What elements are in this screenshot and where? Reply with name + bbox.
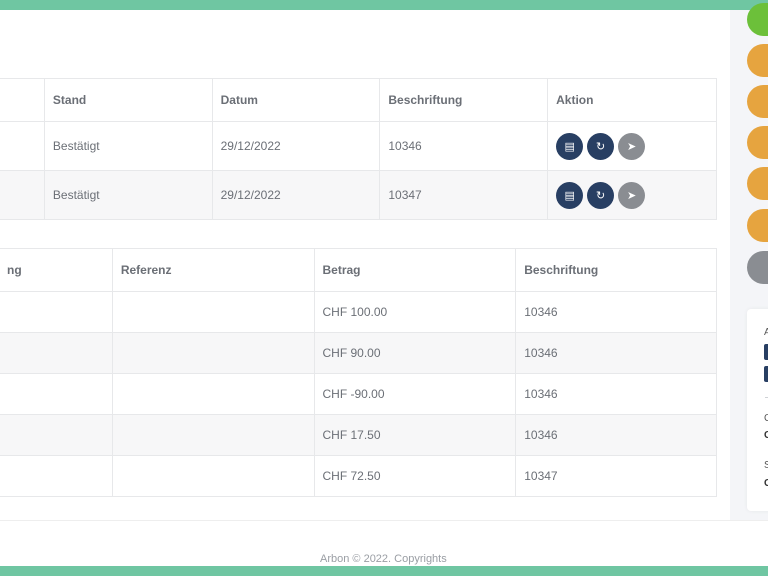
side-card-text-fragment: C: [764, 478, 768, 489]
payment-amount-cell: CHF 100.00: [313, 291, 517, 333]
refresh-icon: ↻: [596, 139, 606, 153]
footer-copyright: Arbon © 2022. Copyrights: [320, 553, 447, 565]
payment-amount-cell: CHF 72.50: [313, 455, 517, 497]
view-document-button[interactable]: ▤: [556, 132, 584, 160]
side-card-text-fragment: A: [764, 327, 768, 338]
table-cell-truncated: [0, 332, 113, 374]
payment-label-cell: 10346: [515, 332, 717, 374]
payments-column-header-referenz[interactable]: Referenz: [111, 248, 315, 292]
send-icon: ➤: [627, 188, 637, 202]
payment-reference-cell: [111, 455, 315, 497]
refresh-icon: ↻: [596, 188, 606, 202]
send-icon: ➤: [627, 139, 637, 153]
table-cell-truncated: [0, 414, 113, 456]
order-actions-cell: ▤ ↻ ➤: [547, 121, 717, 171]
order-status-cell: Bestätigt: [43, 170, 213, 220]
payments-column-header-truncated[interactable]: ng: [0, 248, 113, 292]
table-row: CHF -90.00 10346: [0, 373, 717, 415]
payment-label-cell: 10346: [515, 373, 717, 415]
payment-reference-cell: [111, 414, 315, 456]
orders-column-header-truncated: [0, 78, 45, 122]
payment-amount-cell: CHF -90.00: [313, 373, 517, 415]
bottom-accent-bar: [0, 566, 768, 576]
table-row: Bestätigt 29/12/2022 10347 ▤ ↻ ➤: [0, 170, 717, 220]
orders-table: Stand Datum Beschriftung Aktion Bestätig…: [0, 78, 717, 220]
table-cell-truncated: [0, 291, 113, 333]
side-card-button[interactable]: [764, 344, 768, 360]
order-date-cell: 29/12/2022: [211, 170, 381, 220]
table-cell-truncated: [0, 373, 113, 415]
send-button[interactable]: ➤: [618, 181, 646, 209]
table-row: CHF 72.50 10347: [0, 455, 717, 497]
side-card-text-fragment: C: [764, 413, 768, 424]
payments-column-header-beschriftung[interactable]: Beschriftung: [515, 248, 717, 292]
orders-column-header-aktion: Aktion: [547, 78, 717, 122]
table-row: CHF 100.00 10346: [0, 291, 717, 333]
order-actions-cell: ▤ ↻ ➤: [547, 170, 717, 220]
document-icon: ▤: [564, 188, 575, 202]
order-label-cell: 10347: [379, 170, 549, 220]
refresh-button[interactable]: ↻: [587, 132, 615, 160]
order-date-cell: 29/12/2022: [211, 121, 381, 171]
payment-amount-cell: CHF 17.50: [313, 414, 517, 456]
payment-label-cell: 10346: [515, 414, 717, 456]
payment-reference-cell: [111, 332, 315, 374]
payment-reference-cell: [111, 373, 315, 415]
table-row: CHF 90.00 10346: [0, 332, 717, 374]
document-icon: ▤: [564, 139, 575, 153]
payments-table: ng Referenz Betrag Beschriftung CHF 100.…: [0, 248, 717, 497]
send-button[interactable]: ➤: [618, 132, 646, 160]
orders-table-header-row: Stand Datum Beschriftung Aktion: [0, 78, 717, 122]
side-card-button[interactable]: [764, 366, 768, 382]
refresh-button[interactable]: ↻: [587, 181, 615, 209]
side-summary-card: A C C S C: [747, 309, 768, 511]
view-document-button[interactable]: ▤: [556, 181, 584, 209]
table-row: Bestätigt 29/12/2022 10346 ▤ ↻ ➤: [0, 121, 717, 171]
top-accent-bar: [0, 0, 768, 10]
payment-reference-cell: [111, 291, 315, 333]
orders-column-header-datum[interactable]: Datum: [211, 78, 381, 122]
orders-column-header-stand[interactable]: Stand: [43, 78, 213, 122]
payments-column-header-betrag[interactable]: Betrag: [313, 248, 517, 292]
orders-column-header-beschriftung[interactable]: Beschriftung: [379, 78, 549, 122]
order-status-cell: Bestätigt: [43, 121, 213, 171]
payment-label-cell: 10346: [515, 291, 717, 333]
side-card-text-fragment: S: [764, 460, 768, 471]
page: A C C S C Stand Datum Beschriftung Aktio…: [0, 0, 768, 576]
table-cell-truncated: [0, 170, 45, 220]
payment-label-cell: 10347: [515, 455, 717, 497]
table-row: CHF 17.50 10346: [0, 414, 717, 456]
side-card-text-fragment: C: [764, 430, 768, 441]
payment-amount-cell: CHF 90.00: [313, 332, 517, 374]
footer-divider: [0, 520, 768, 521]
order-label-cell: 10346: [379, 121, 549, 171]
payments-table-header-row: ng Referenz Betrag Beschriftung: [0, 248, 717, 292]
table-cell-truncated: [0, 121, 45, 171]
table-cell-truncated: [0, 455, 113, 497]
